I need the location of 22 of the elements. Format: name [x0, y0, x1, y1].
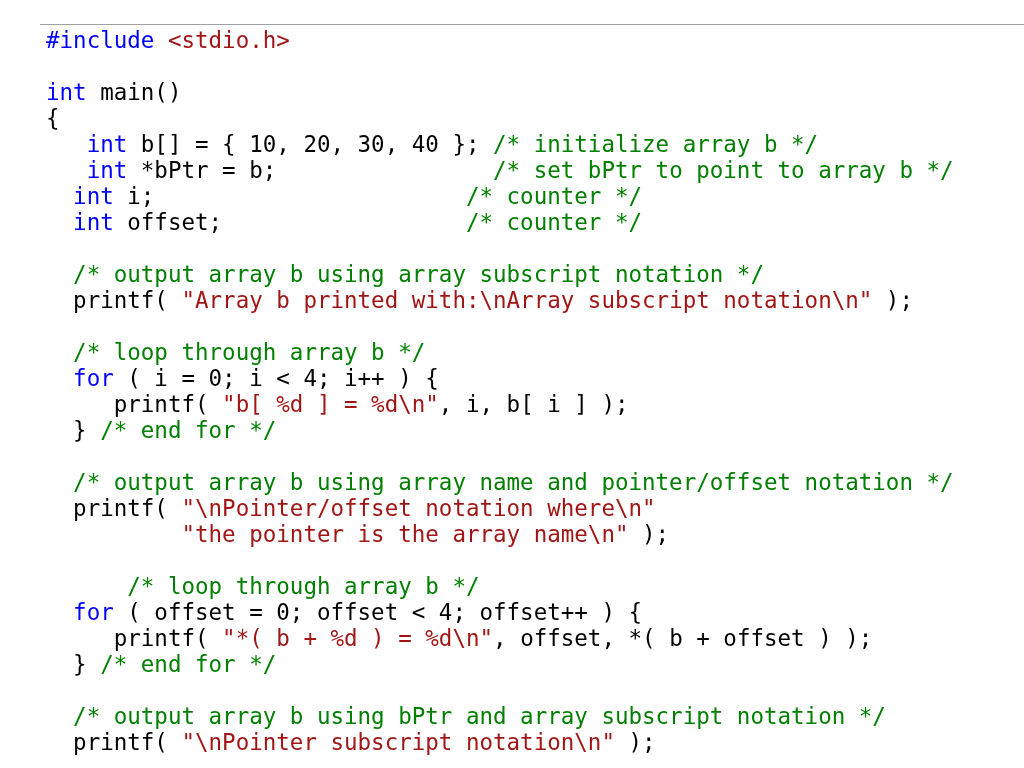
code-line: /* output array b using bPtr and array subscript notation */ [72, 703, 886, 729]
code-line: /* loop through array b */ [126, 573, 480, 599]
code-line: printf( "b[ %d ] = %d\n", i, b[ i ] ); [112, 391, 629, 417]
code-line: /* loop through array b */ [72, 339, 426, 365]
code-line: } /* end for */ [72, 651, 277, 677]
code-line: "the pointer is the array name\n" ); [180, 521, 670, 547]
code-line: /* output array b using array name and pointer/offset notation */ [72, 469, 954, 495]
code-line: /* output array b using array subscript notation */ [72, 261, 764, 287]
code-line: printf( "\nPointer subscript notation\n" ); [72, 729, 656, 755]
code-line: int i; /* counter */ [72, 183, 643, 209]
code-line: printf( "\nPointer/offset notation where\n" [72, 495, 656, 521]
code-line: for ( offset = 0; offset < 4; offset++ ) { [72, 599, 643, 625]
code-line: int offset; /* counter */ [72, 209, 643, 235]
code-line: } /* end for */ [72, 417, 277, 443]
code-line: int *bPtr = b; /* set bPtr to point to array b */ [85, 157, 954, 183]
code-line: int b[] = { 10, 20, 30, 40 }; /* initialize array b */ [85, 131, 819, 157]
code-line: { [46, 105, 60, 131]
code-line: #include <stdio.h> [46, 27, 290, 53]
code-line: printf( "*( b + %d ) = %d\n", offset, *( b + offset ) ); [112, 625, 873, 651]
code-line: printf( "Array b printed with:\nArray subscript notation\n" ); [72, 287, 913, 313]
code-line: int main() [46, 79, 182, 105]
code-line: for ( i = 0; i < 4; i++ ) { [72, 365, 439, 391]
